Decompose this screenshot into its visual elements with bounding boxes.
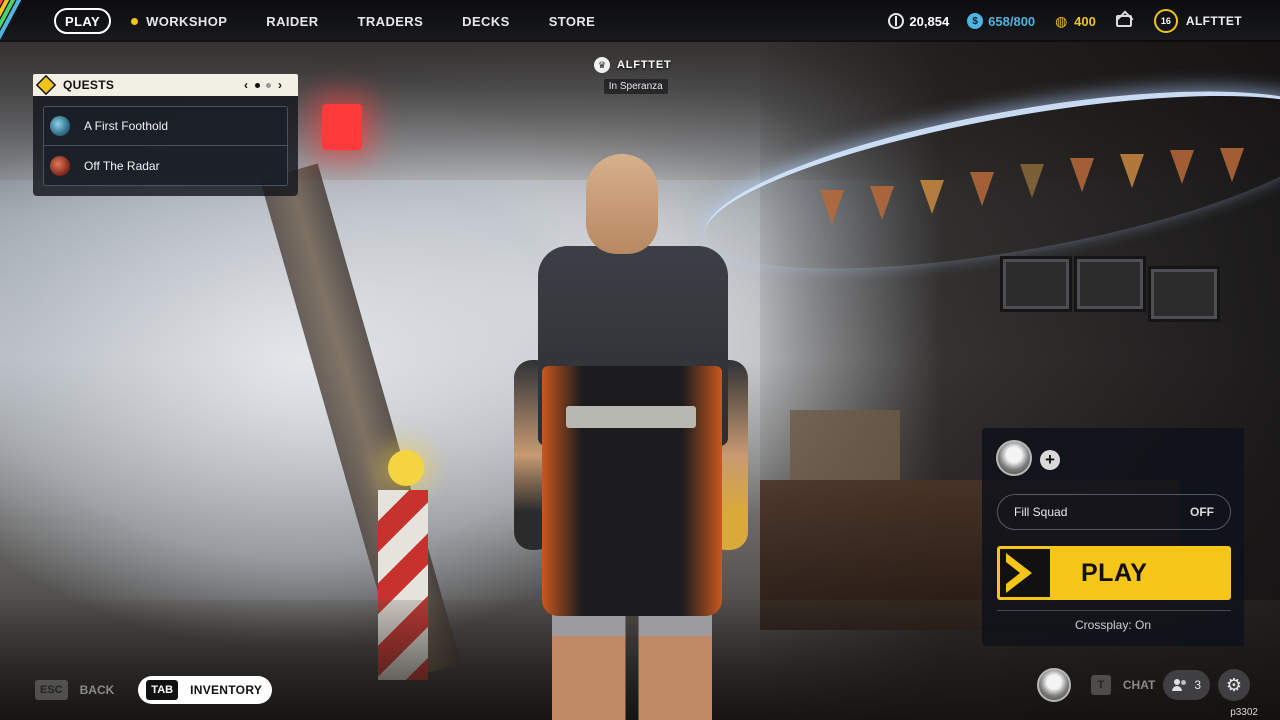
nav-workshop[interactable]: WORKSHOP (131, 8, 227, 34)
bottom-left-controls: ESC BACK TAB INVENTORY (35, 676, 273, 704)
main-nav: PLAY WORKSHOP RAIDER TRADERS DECKS STORE (54, 8, 634, 34)
profile-username[interactable]: ALFTTET (1186, 14, 1242, 28)
nav-raider[interactable]: RAIDER (266, 8, 318, 34)
credits-icon (888, 13, 905, 29)
nav-store[interactable]: STORE (549, 8, 596, 34)
friends-count: 3 (1194, 678, 1201, 692)
tab-key-hint: TAB (146, 680, 179, 700)
quest-item[interactable]: A First Foothold (43, 106, 288, 146)
player-level-badge[interactable]: 16 (1153, 9, 1178, 33)
coins-display[interactable]: ◍ 400 (1053, 13, 1096, 29)
nav-play-label: PLAY (65, 13, 101, 29)
nav-play[interactable]: PLAY (54, 8, 112, 34)
fill-squad-value: OFF (1190, 505, 1214, 519)
squad-member-avatar[interactable] (996, 440, 1032, 476)
fill-squad-label: Fill Squad (1014, 505, 1068, 519)
scene-yellow-lamp (388, 450, 424, 486)
nav-workshop-label: WORKSHOP (146, 13, 228, 29)
player-character (490, 150, 760, 720)
inventory-label: INVENTORY (190, 683, 263, 697)
player-location: In Speranza (603, 79, 668, 94)
friends-icon (1172, 679, 1188, 691)
back-button[interactable]: BACK (80, 683, 115, 697)
notification-dot-icon (131, 17, 139, 25)
game-logo-icon (0, 0, 46, 42)
pager-dot[interactable] (266, 82, 271, 88)
quests-header: QUESTS ‹ › (33, 74, 298, 96)
nav-decks-label: DECKS (462, 13, 510, 29)
build-version: p3302 (1230, 707, 1258, 718)
scene-shelf (790, 410, 900, 480)
play-button[interactable]: PLAY (997, 546, 1231, 600)
nav-traders-label: TRADERS (357, 13, 424, 29)
nav-decks[interactable]: DECKS (462, 8, 510, 34)
esc-key-hint: ESC (35, 680, 68, 700)
quests-title: QUESTS (63, 78, 115, 92)
top-navigation-bar: PLAY WORKSHOP RAIDER TRADERS DECKS STORE… (0, 0, 1280, 42)
nav-store-label: STORE (548, 13, 596, 29)
credits-value: 20,854 (909, 13, 950, 29)
bottom-right-controls: T CHAT 3 ⚙ (1036, 668, 1250, 702)
settings-button[interactable]: ⚙ (1218, 669, 1250, 701)
secondary-currency-display[interactable]: $ 658/800 (967, 13, 1035, 29)
fill-squad-toggle[interactable]: Fill Squad OFF (997, 494, 1231, 530)
pager-next-button[interactable]: › (278, 78, 282, 92)
coins-stack-icon: ◍ (1055, 12, 1068, 29)
nav-raider-label: RAIDER (266, 13, 319, 29)
currency-bar: 20,854 $ 658/800 ◍ 400 16 ALFTTET (870, 9, 1242, 33)
squad-divider (997, 610, 1231, 611)
scene-tv-screen (1074, 256, 1146, 312)
quest-bomb-icon (50, 155, 70, 176)
secondary-currency-value: 658/800 (988, 13, 1036, 29)
player-nameplate: ♛ ALFTTET In Speranza (594, 57, 671, 94)
scene-tv-screen (1000, 256, 1072, 312)
scene-tv-screen (1148, 266, 1220, 322)
pager-dot-active[interactable] (255, 82, 260, 88)
coins-value: 400 (1074, 13, 1096, 29)
player-name: ALFTTET (617, 59, 672, 71)
nav-traders[interactable]: TRADERS (358, 8, 424, 34)
play-chevron-icon (1000, 549, 1050, 597)
quest-name: Off The Radar (84, 158, 160, 173)
credits-display[interactable]: 20,854 (888, 13, 949, 29)
play-button-label: PLAY (1081, 558, 1148, 587)
inventory-button[interactable]: TAB INVENTORY (138, 676, 273, 704)
mail-icon[interactable] (1115, 15, 1132, 27)
scene-pennants (800, 148, 1260, 240)
friends-button[interactable]: 3 (1163, 670, 1210, 700)
party-leader-crown-icon: ♛ (594, 57, 610, 73)
cred-coin-icon: $ (967, 13, 984, 29)
quests-list: A First Foothold Off The Radar (33, 96, 298, 196)
scene-red-light (322, 104, 362, 150)
quests-panel: QUESTS ‹ › A First Foothold Off The Rada… (33, 74, 298, 196)
player-avatar[interactable] (1036, 668, 1071, 702)
player-level-value: 16 (1160, 16, 1171, 26)
squad-panel: + Fill Squad OFF PLAY Crossplay: On (982, 428, 1244, 646)
quest-item[interactable]: Off The Radar (43, 146, 288, 186)
quests-pager: ‹ › (240, 78, 286, 92)
chat-key-hint: T (1090, 675, 1111, 695)
quest-diamond-icon (35, 74, 57, 96)
add-squad-member-button[interactable]: + (1040, 450, 1060, 470)
chat-button[interactable]: CHAT (1123, 678, 1155, 692)
quest-globe-icon (50, 116, 70, 136)
gear-icon: ⚙ (1225, 674, 1243, 695)
crossplay-status: Crossplay: On (1074, 618, 1152, 632)
pager-prev-button[interactable]: ‹ (244, 78, 248, 92)
quest-name: A First Foothold (84, 119, 169, 133)
